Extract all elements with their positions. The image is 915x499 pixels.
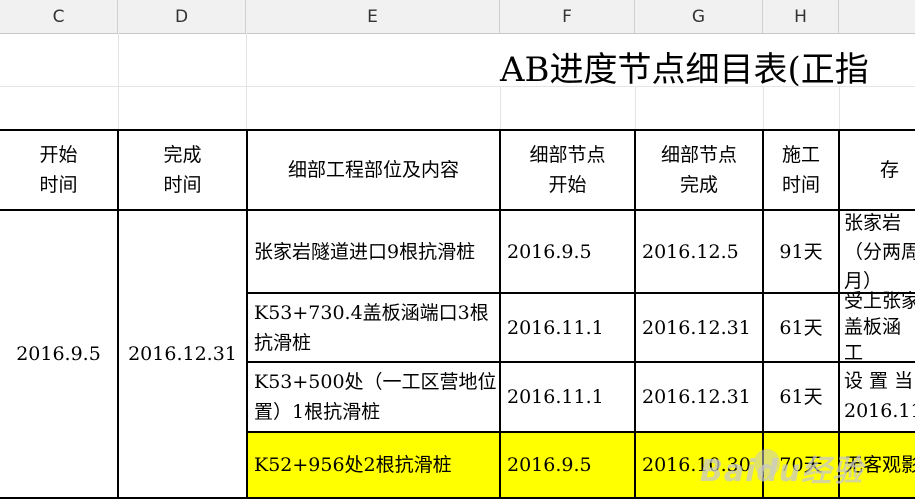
remark-line: （分两周 xyxy=(844,241,915,263)
row-1-node-start[interactable]: 2016.9.5 xyxy=(501,211,634,292)
sheet-gridline xyxy=(246,33,247,131)
sheet-gridline xyxy=(118,33,119,131)
remark-line: 2016.11 xyxy=(844,400,915,422)
header-line: 细部节点 xyxy=(660,144,737,166)
column-header-g[interactable]: G xyxy=(635,0,763,33)
header-line: 开始 xyxy=(548,174,587,196)
row-3-duration[interactable]: 61天 xyxy=(764,363,838,431)
column-header-h[interactable]: H xyxy=(763,0,839,33)
column-header-i[interactable] xyxy=(839,0,915,33)
header-line: 时间 xyxy=(39,174,78,196)
row-1-content[interactable]: 张家岩隧道进口9根抗滑桩 xyxy=(248,211,499,292)
header-start-time[interactable]: 开始 时间 xyxy=(0,131,117,209)
column-header-bar: C D E F G H xyxy=(0,0,915,34)
header-node-start[interactable]: 细部节点 开始 xyxy=(501,131,634,209)
header-remark[interactable]: 存 xyxy=(880,155,915,185)
header-line: 细部节点 xyxy=(529,144,606,166)
column-header-d[interactable]: D xyxy=(118,0,246,33)
remark-line: 工 xyxy=(844,342,864,361)
header-end-time[interactable]: 完成 时间 xyxy=(119,131,246,209)
header-content[interactable]: 细部工程部位及内容 xyxy=(248,131,499,209)
row-2-duration[interactable]: 61天 xyxy=(764,294,838,361)
header-line: 开始 xyxy=(39,144,78,166)
remark-line: 盖板涵 xyxy=(844,316,902,338)
row-1-node-end[interactable]: 2016.12.5 xyxy=(636,211,762,292)
merged-start-date[interactable]: 2016.9.5 xyxy=(0,211,117,497)
row-1-remark[interactable]: 张家岩 （分两周 月） xyxy=(840,209,915,292)
header-node-end[interactable]: 细部节点 完成 xyxy=(636,131,762,209)
header-line: 时间 xyxy=(163,174,202,196)
column-header-f[interactable]: F xyxy=(500,0,635,33)
row-1-duration[interactable]: 91天 xyxy=(764,211,838,292)
row-3-content[interactable]: K53+500处（一工区营地位置）1根抗滑桩 xyxy=(248,363,499,431)
sheet-gridline xyxy=(635,86,636,131)
row-3-remark[interactable]: 设 置 当 2016.11 xyxy=(840,366,915,431)
merged-end-date[interactable]: 2016.12.31 xyxy=(119,211,246,497)
header-line: 时间 xyxy=(781,174,820,196)
row-2-remark[interactable]: 受上张家 盖板涵 工 xyxy=(840,288,915,361)
sheet-gridline xyxy=(839,86,840,131)
sheet-title[interactable]: AB进度节点细目表(正指 xyxy=(500,42,869,91)
sheet-gridline xyxy=(500,86,501,131)
row-4-content[interactable]: K52+956处2根抗滑桩 xyxy=(248,433,499,497)
row-2-node-start[interactable]: 2016.11.1 xyxy=(501,294,634,361)
row-2-node-end[interactable]: 2016.12.31 xyxy=(636,294,762,361)
watermark-logo: Baidu经验 xyxy=(700,454,864,489)
remark-line: 设 置 当 xyxy=(844,370,914,392)
row-3-node-end[interactable]: 2016.12.31 xyxy=(636,363,762,431)
sheet-gridline xyxy=(763,86,764,131)
column-header-c[interactable]: C xyxy=(0,0,118,33)
row-4-node-start[interactable]: 2016.9.5 xyxy=(501,433,634,497)
remark-line: 张家岩 xyxy=(844,212,902,234)
column-header-e[interactable]: E xyxy=(246,0,500,33)
row-3-node-start[interactable]: 2016.11.1 xyxy=(501,363,634,431)
remark-line: 受上张家 xyxy=(844,290,915,312)
header-line: 施工 xyxy=(781,144,820,166)
header-line: 完成 xyxy=(163,144,202,166)
header-line: 完成 xyxy=(679,174,718,196)
header-duration[interactable]: 施工 时间 xyxy=(764,131,838,209)
row-2-content[interactable]: K53+730.4盖板涵端口3根抗滑桩 xyxy=(248,294,499,361)
